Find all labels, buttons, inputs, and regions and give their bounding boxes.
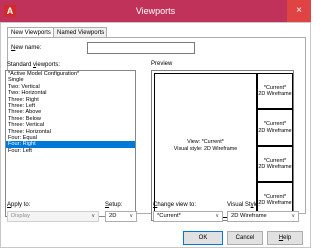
new-name-label-text: ew name: xyxy=(15,45,42,51)
viewports-dialog: New Viewports Named Viewports New name: … xyxy=(0,22,311,248)
visual-style-value: 2D Wireframe xyxy=(231,213,267,219)
list-item[interactable]: Four: Left xyxy=(6,148,135,154)
preview-side-style-text: 2D Wireframe xyxy=(258,164,292,170)
new-name-input[interactable] xyxy=(87,42,195,54)
new-name-label: New name: xyxy=(11,44,41,52)
apply-to-label: Apply to: xyxy=(7,201,30,209)
change-view-label-text: hange view to: xyxy=(157,202,197,208)
apply-to-value: Display xyxy=(11,213,31,219)
visual-style-label-a: Visual St xyxy=(227,202,251,208)
close-icon[interactable]: × xyxy=(287,0,311,22)
standard-viewports-label: Standard viewports: xyxy=(7,61,60,69)
visual-style-dropdown[interactable]: 2D Wireframe ∨ xyxy=(227,211,299,222)
window-title: Viewports xyxy=(135,6,176,16)
chevron-down-icon: ∨ xyxy=(129,213,133,219)
ok-button[interactable]: OK xyxy=(183,231,223,245)
standard-viewports-label-b: iewports: xyxy=(36,62,61,68)
preview-label: Preview xyxy=(151,61,173,67)
preview-viewport-side-2: *Current* 2D Wireframe xyxy=(257,109,293,146)
standard-viewports-label-a: Standard xyxy=(7,62,34,68)
standard-viewports-list[interactable]: *Active Model Configuration* Single Two:… xyxy=(5,70,136,217)
visual-style-label: Visual Style: xyxy=(227,201,260,209)
preview-side-style-text: 2D Wireframe xyxy=(258,127,292,134)
chevron-down-icon: ∨ xyxy=(91,213,95,219)
title-bar: A Viewports × xyxy=(0,0,311,22)
cancel-button[interactable]: Cancel xyxy=(227,231,263,245)
change-view-value: *Current* xyxy=(157,213,181,219)
help-button[interactable]: Help xyxy=(267,231,303,245)
visual-style-label-b: le: xyxy=(253,202,260,208)
change-view-dropdown[interactable]: *Current* ∨ xyxy=(153,211,223,222)
preview-viewport-side-1: *Current* 2D Wireframe xyxy=(257,73,293,109)
setup-label-text: etup: xyxy=(109,202,123,208)
preview-viewport-main: View: *Current* Visual style: 2D Wirefra… xyxy=(154,73,257,218)
help-button-text: elp xyxy=(283,235,292,241)
setup-dropdown[interactable]: 2D ∨ xyxy=(105,211,137,222)
chevron-down-icon: ∨ xyxy=(215,213,219,219)
change-view-label: Change view to: xyxy=(153,201,196,209)
apply-to-dropdown[interactable]: Display ∨ xyxy=(7,211,99,222)
preview-viewport-side-3: *Current* 2D Wireframe xyxy=(257,146,293,182)
setup-label: Setup: xyxy=(105,201,122,209)
preview-side-style-text: 2D Wireframe xyxy=(258,91,292,97)
preview-pane: View: *Current* Visual style: 2D Wirefra… xyxy=(151,70,294,221)
preview-side-style-text: 2D Wireframe xyxy=(258,200,292,206)
chevron-down-icon: ∨ xyxy=(291,213,295,219)
preview-main-style-text: Visual style: 2D Wireframe xyxy=(173,145,238,152)
setup-value: 2D xyxy=(109,213,117,219)
apply-to-label-text: pply to: xyxy=(11,202,31,208)
